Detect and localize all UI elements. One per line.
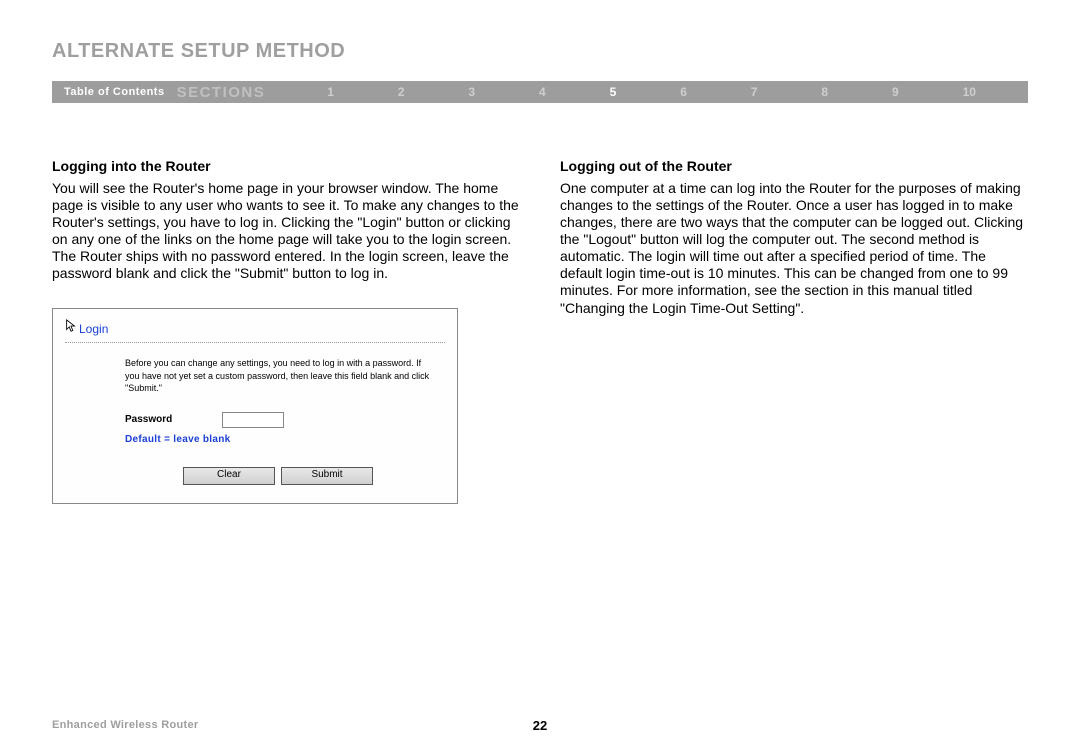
section-nav-bar: Table of Contents SECTIONS 1 2 3 4 5 6 7 8 9 10 [52, 81, 1028, 103]
nav-section-6[interactable]: 6 [680, 85, 687, 99]
login-panel-title: Login [79, 322, 108, 336]
nav-sections-label: SECTIONS [177, 84, 296, 101]
nav-section-3[interactable]: 3 [468, 85, 475, 99]
submit-button[interactable]: Submit [281, 467, 373, 485]
footer-page-number: 22 [533, 718, 547, 733]
nav-section-1[interactable]: 1 [327, 85, 334, 99]
nav-section-5[interactable]: 5 [610, 85, 617, 99]
nav-section-10[interactable]: 10 [963, 85, 976, 99]
password-input[interactable] [222, 412, 284, 428]
password-default-hint: Default = leave blank [125, 434, 437, 445]
nav-section-4[interactable]: 4 [539, 85, 546, 99]
footer-product-name: Enhanced Wireless Router [52, 719, 198, 731]
clear-button[interactable]: Clear [183, 467, 275, 485]
nav-section-7[interactable]: 7 [751, 85, 758, 99]
heading-logging-in: Logging into the Router [52, 158, 520, 174]
nav-section-2[interactable]: 2 [398, 85, 405, 99]
body-logging-in: You will see the Router's home page in y… [52, 180, 520, 282]
left-column: Logging into the Router You will see the… [52, 158, 520, 504]
body-logging-out: One computer at a time can log into the … [560, 180, 1028, 317]
cursor-icon [65, 319, 77, 338]
page-title: ALTERNATE SETUP METHOD [52, 40, 1028, 63]
nav-section-9[interactable]: 9 [892, 85, 899, 99]
page-footer: Enhanced Wireless Router 22 [52, 719, 1028, 731]
nav-toc-link[interactable]: Table of Contents [52, 86, 177, 98]
password-label: Password [125, 414, 172, 425]
nav-section-8[interactable]: 8 [821, 85, 828, 99]
heading-logging-out: Logging out of the Router [560, 158, 1028, 174]
login-description: Before you can change any settings, you … [125, 357, 437, 393]
divider [65, 342, 445, 343]
login-panel: Login Before you can change any settings… [52, 308, 458, 503]
nav-section-numbers: 1 2 3 4 5 6 7 8 9 10 [295, 85, 1028, 99]
right-column: Logging out of the Router One computer a… [560, 158, 1028, 504]
